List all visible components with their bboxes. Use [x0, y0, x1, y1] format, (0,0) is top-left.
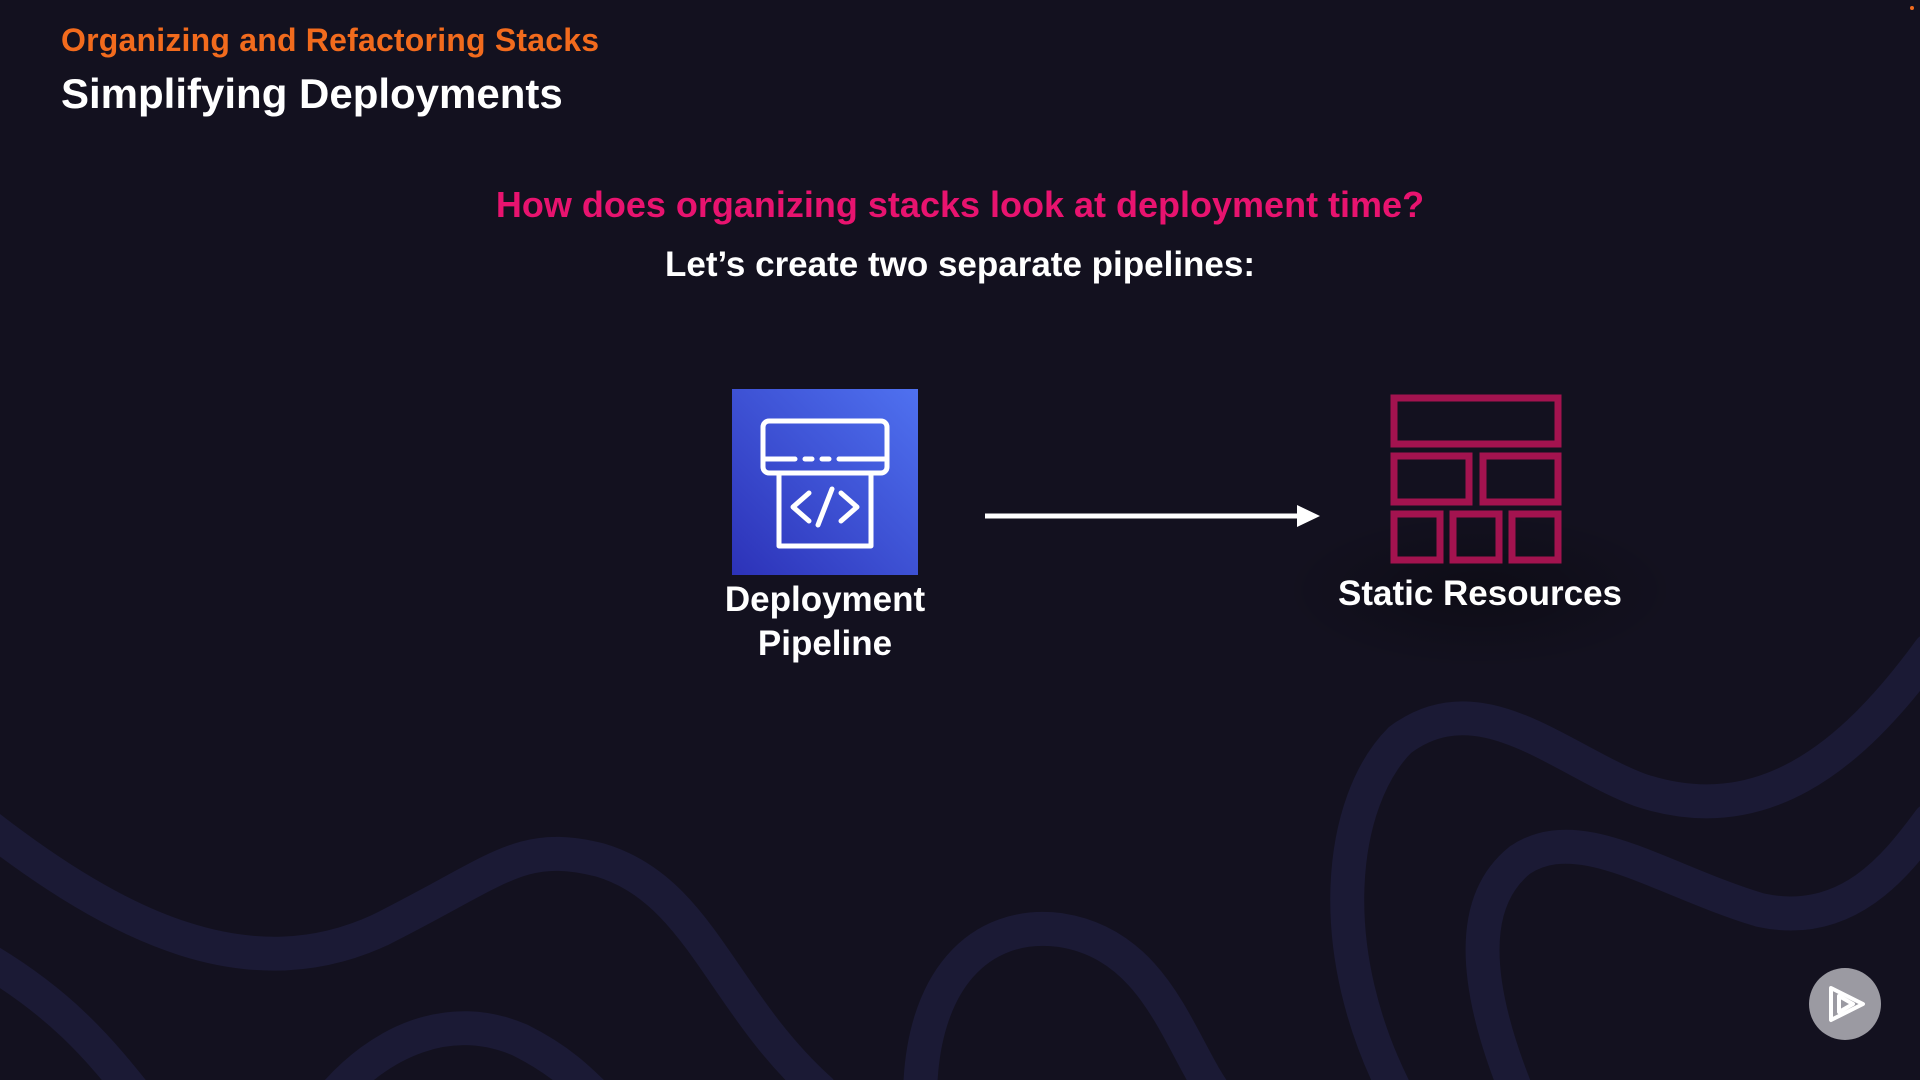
deployment-pipeline-label: Deployment Pipeline: [665, 578, 985, 666]
section-title: Organizing and Refactoring Stacks: [61, 22, 600, 58]
corner-dot: [1910, 6, 1914, 10]
static-resources-label: Static Resources: [1337, 574, 1623, 613]
play-button[interactable]: [1809, 968, 1881, 1040]
code-pipeline-icon: [732, 389, 918, 575]
deployment-pipeline-label-line-2: Pipeline: [757, 624, 893, 663]
slide-title: Simplifying Deployments: [61, 70, 563, 117]
deployment-pipeline-label-line-1: Deployment: [724, 580, 926, 619]
play-logo-icon: [1829, 986, 1865, 1022]
subtitle: Let’s create two separate pipelines:: [664, 245, 1256, 284]
question-heading: How does organizing stacks look at deplo…: [495, 184, 1425, 225]
slide: Organizing and Refactoring Stacks Simpli…: [0, 0, 1920, 1080]
grid-blocks-icon: [1390, 394, 1562, 564]
flow-arrow: [985, 505, 1320, 527]
